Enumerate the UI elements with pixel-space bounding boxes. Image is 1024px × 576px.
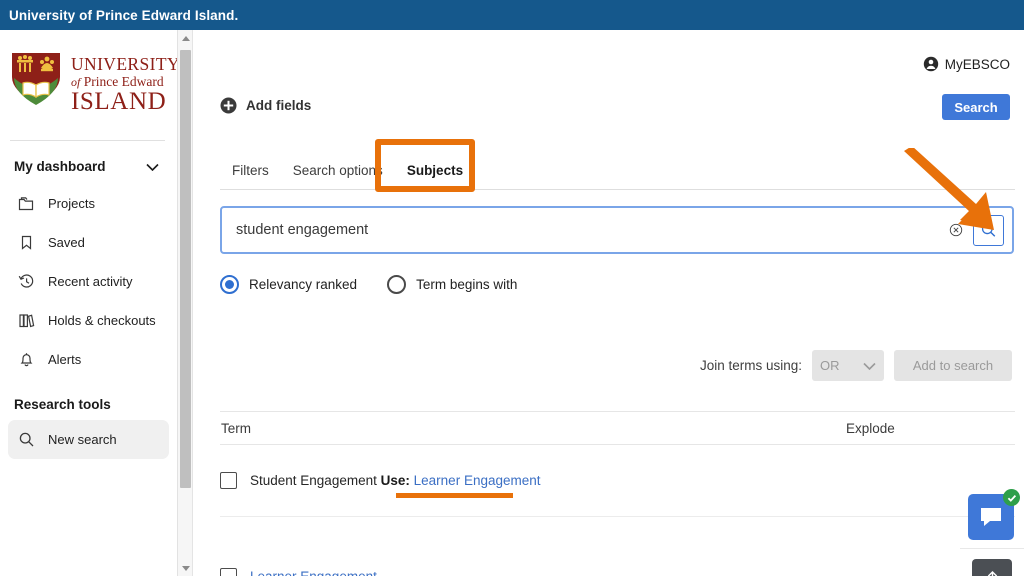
- sidebar-nav-list: Projects Saved Recent activity: [0, 184, 177, 379]
- sidebar-item-saved[interactable]: Saved: [8, 223, 169, 262]
- sidebar-item-saved-label: Saved: [48, 235, 85, 250]
- upei-logo[interactable]: UNIVERSITY of Prince Edward ISLAND: [0, 30, 177, 138]
- add-to-search-button[interactable]: Add to search: [894, 350, 1012, 381]
- sidebar-item-projects[interactable]: Projects: [8, 184, 169, 223]
- row-checkbox-learner-engagement[interactable]: [220, 568, 237, 576]
- annotation-underline-learner-engagement: [396, 493, 513, 498]
- join-terms-label: Join terms using:: [700, 358, 802, 373]
- radio-term-begins-with[interactable]: Term begins with: [387, 275, 517, 294]
- sidebar-section-dashboard[interactable]: My dashboard: [0, 141, 177, 184]
- tab-filters[interactable]: Filters: [220, 163, 281, 189]
- row-term-link[interactable]: Learner Engagement: [414, 473, 541, 488]
- logo-of: of: [71, 75, 80, 89]
- clear-search-button[interactable]: [943, 217, 969, 243]
- bookmark-icon: [18, 234, 35, 251]
- sidebar-item-alerts-label: Alerts: [48, 352, 81, 367]
- logo-line-1: UNIVERSITY: [71, 56, 178, 74]
- books-icon: [18, 312, 35, 329]
- tab-search-options[interactable]: Search options: [281, 163, 395, 189]
- sidebar-item-holds-checkouts[interactable]: Holds & checkouts: [8, 301, 169, 340]
- main-content: MyEBSCO Add fields Search Filters Search…: [194, 30, 1024, 576]
- chevron-down-icon: [863, 362, 876, 370]
- tab-subjects[interactable]: Subjects: [395, 163, 475, 189]
- results-table-header: Term Explode: [220, 411, 1015, 445]
- logo-line-3: ISLAND: [71, 89, 178, 114]
- row-term-text: Student Engagement Use: Learner Engageme…: [250, 473, 541, 488]
- sidebar-section-dashboard-label: My dashboard: [14, 159, 106, 174]
- arrow-up-icon: [983, 568, 1002, 576]
- submit-subject-search-button[interactable]: [973, 215, 1004, 246]
- sidebar-item-new-search[interactable]: New search: [8, 420, 169, 459]
- join-terms-row: Join terms using: OR Add to search: [700, 350, 1012, 381]
- chevron-down-icon: [146, 163, 159, 171]
- row-term-text: Learner Engagement: [250, 569, 377, 576]
- search-mode-radio-group: Relevancy ranked Term begins with: [220, 275, 517, 294]
- row-checkbox-student-engagement[interactable]: [220, 472, 237, 489]
- search-button[interactable]: Search: [942, 94, 1010, 120]
- table-row: Learner Engagement: [220, 547, 1015, 576]
- site-header: University of Prince Edward Island.: [0, 0, 1024, 30]
- logo-line-2-text: Prince Edward: [84, 74, 164, 89]
- radio-relevancy-ranked[interactable]: Relevancy ranked: [220, 275, 357, 294]
- person-icon: [923, 56, 939, 72]
- site-title: University of Prince Edward Island.: [9, 8, 238, 23]
- scrollbar-thumb[interactable]: [180, 50, 191, 488]
- radio-term-begins-with-mark: [387, 275, 406, 294]
- column-header-term: Term: [220, 421, 846, 436]
- search-input[interactable]: [222, 208, 943, 252]
- search-icon: [18, 431, 35, 448]
- column-header-explode: Explode: [846, 421, 1015, 436]
- scrollbar-down-arrow-icon[interactable]: [178, 560, 193, 576]
- sidebar-scrollbar[interactable]: [178, 30, 193, 576]
- subject-search-field: [220, 206, 1014, 254]
- myebsco-label: MyEBSCO: [945, 57, 1010, 72]
- fab-divider: [960, 548, 1024, 549]
- sidebar-item-holds-checkouts-label: Holds & checkouts: [48, 313, 156, 328]
- bell-icon: [18, 351, 35, 368]
- add-fields-button[interactable]: Add fields: [220, 97, 311, 114]
- folder-icon: [18, 195, 35, 212]
- row-term-label: Student Engagement: [250, 473, 377, 488]
- table-row: Student Engagement Use: Learner Engageme…: [220, 445, 1015, 517]
- sidebar-item-projects-label: Projects: [48, 196, 95, 211]
- sidebar-item-alerts[interactable]: Alerts: [8, 340, 169, 379]
- radio-relevancy-ranked-label: Relevancy ranked: [249, 277, 357, 292]
- sidebar-item-recent-activity[interactable]: Recent activity: [8, 262, 169, 301]
- join-operator-value: OR: [820, 358, 840, 373]
- sidebar-research-list: New search: [0, 420, 177, 459]
- chat-bubble-icon: [978, 504, 1004, 530]
- app-root: University of Prince Edward Island.: [0, 0, 1024, 576]
- row-use-label: Use:: [381, 473, 410, 488]
- chat-online-badge: [1003, 489, 1020, 506]
- row-term-link[interactable]: Learner Engagement: [250, 569, 377, 576]
- upei-crest-icon: [8, 51, 64, 119]
- plus-circle-icon: [220, 97, 237, 114]
- logo-line-2: of Prince Edward: [71, 75, 178, 89]
- add-fields-label: Add fields: [246, 98, 311, 113]
- sidebar-item-new-search-label: New search: [48, 432, 117, 447]
- clock-history-icon: [18, 273, 35, 290]
- sidebar-section-research-tools-label: Research tools: [14, 397, 111, 412]
- clear-circle-x-icon: [949, 219, 963, 241]
- myebsco-account-button[interactable]: MyEBSCO: [923, 56, 1010, 72]
- sidebar-item-recent-activity-label: Recent activity: [48, 274, 133, 289]
- scroll-to-top-button[interactable]: [972, 559, 1012, 576]
- scrollbar-up-arrow-icon[interactable]: [178, 30, 193, 46]
- check-icon: [1006, 492, 1018, 504]
- radio-relevancy-ranked-mark: [220, 275, 239, 294]
- magnifier-icon: [980, 220, 997, 240]
- tab-bar: Filters Search options Subjects: [220, 150, 1015, 190]
- sidebar: UNIVERSITY of Prince Edward ISLAND My da…: [0, 30, 178, 576]
- radio-term-begins-with-label: Term begins with: [416, 277, 517, 292]
- sidebar-section-research-tools: Research tools: [0, 379, 177, 420]
- join-operator-select[interactable]: OR: [812, 350, 884, 381]
- upei-logo-text: UNIVERSITY of Prince Edward ISLAND: [71, 56, 178, 114]
